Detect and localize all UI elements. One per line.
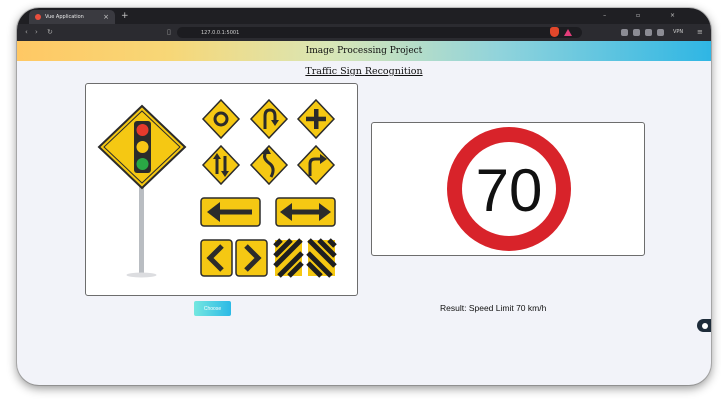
- app-header: Image Processing Project: [17, 41, 711, 61]
- red-light-icon: [136, 124, 149, 136]
- page-subtitle: Traffic Sign Recognition: [305, 66, 423, 77]
- sign-pole: [139, 184, 144, 274]
- reload-icon[interactable]: ↻: [47, 27, 53, 38]
- roundabout-sign: [201, 98, 241, 140]
- vpn-button[interactable]: VPN: [673, 28, 683, 37]
- brave-shields-icon[interactable]: [550, 27, 559, 37]
- hazard-stripes-sign-left: [273, 238, 304, 278]
- two-way-sign: [201, 144, 241, 186]
- chat-widget-button[interactable]: [697, 319, 711, 332]
- u-turn-sign: [249, 98, 289, 140]
- left-arrow-shaft: [218, 209, 252, 215]
- extension-icon[interactable]: [621, 29, 628, 36]
- back-icon[interactable]: ‹: [25, 27, 28, 38]
- window-controls[interactable]: – ▫ ×: [603, 10, 689, 22]
- result-image-panel: 70: [371, 122, 645, 256]
- new-tab-button[interactable]: +: [121, 10, 129, 22]
- tab-title: Vue Application: [45, 14, 84, 20]
- cross-horizontal: [306, 116, 326, 122]
- amber-light-icon: [136, 141, 149, 153]
- favicon-icon: [35, 14, 41, 20]
- bookmark-icon[interactable]: ▯: [167, 27, 171, 38]
- puzzle-icon[interactable]: [645, 29, 652, 36]
- chevron-left-sign: [200, 239, 233, 277]
- speed-limit-image: 70: [442, 125, 576, 254]
- double-arrow-shaft: [289, 209, 322, 215]
- brave-rewards-icon[interactable]: [564, 29, 572, 36]
- address-toolbar: ‹ › ↻ ▯ 127.0.0.1:5001 VPN ≡: [17, 24, 711, 41]
- input-image-panel: [85, 83, 358, 296]
- browser-tab[interactable]: Vue Application ×: [29, 10, 115, 24]
- forward-icon[interactable]: ›: [35, 27, 38, 38]
- wallet-icon[interactable]: [657, 29, 664, 36]
- turn-right-sign: [296, 144, 336, 186]
- header-title: Image Processing Project: [305, 46, 423, 56]
- pole-base: [126, 272, 157, 278]
- choose-button[interactable]: Choose: [194, 301, 231, 316]
- tab-bar: Vue Application × + – ▫ ×: [17, 8, 711, 24]
- sidebar-icon[interactable]: [633, 29, 640, 36]
- browser-window: Vue Application × + – ▫ × ‹ › ↻ ▯ 127.0.…: [17, 8, 711, 385]
- result-text: Result: Speed Limit 70 km/h: [440, 303, 547, 313]
- tab-close-icon[interactable]: ×: [103, 13, 109, 21]
- chat-icon: [701, 322, 708, 329]
- url-field[interactable]: 127.0.0.1:5001: [177, 27, 582, 38]
- chevron-right-sign: [235, 239, 268, 277]
- traffic-signs-image: [97, 98, 337, 278]
- hazard-stripes-sign-right: [306, 238, 337, 278]
- menu-icon[interactable]: ≡: [697, 27, 703, 38]
- url-text: 127.0.0.1:5001: [201, 29, 240, 36]
- speed-limit-value: 70: [476, 157, 543, 224]
- green-light-icon: [136, 158, 149, 170]
